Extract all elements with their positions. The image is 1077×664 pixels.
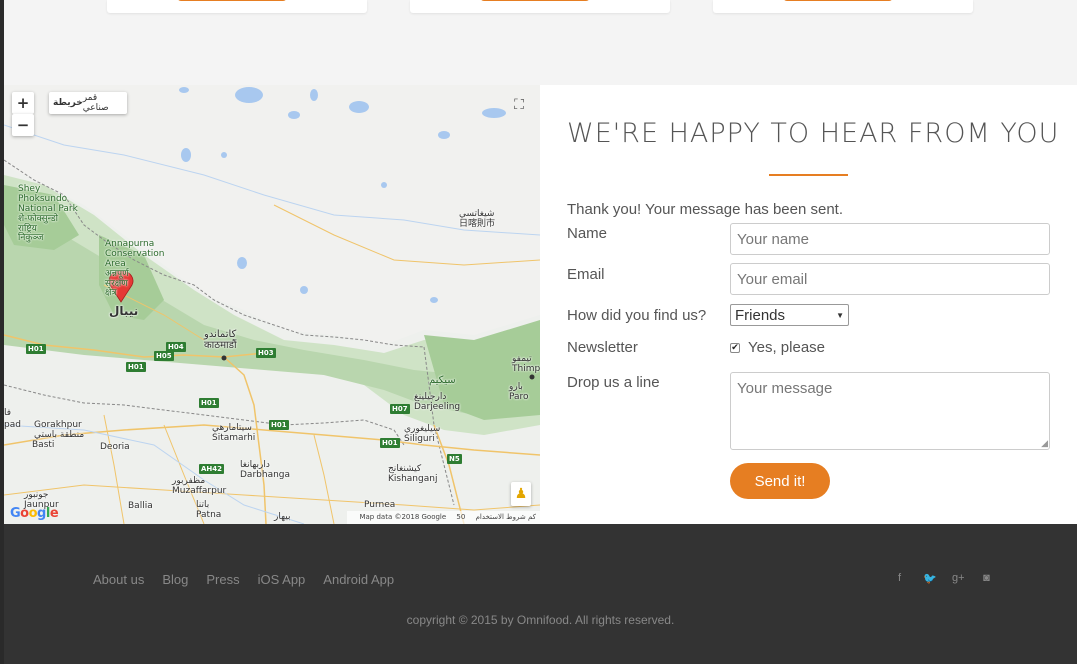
success-message: Thank you! Your message has been sent. xyxy=(567,201,844,218)
contact-heading: WE'RE HAPPY TO HEAR FROM YOU xyxy=(567,118,1060,149)
map-label-patna: باتنا Patna xyxy=(196,500,222,520)
google-plus-icon[interactable]: g+ xyxy=(952,572,965,585)
highway-badge: H03 xyxy=(256,348,276,358)
plan-card xyxy=(107,0,367,13)
map-label-ballia: Ballia xyxy=(128,501,153,511)
google-map[interactable]: Shey Phoksundo National Park शे-फोक्सुन्… xyxy=(4,85,540,524)
newsletter-checkbox[interactable]: ✔ xyxy=(730,342,740,353)
map-label-shey-phoksundo: Shey Phoksundo National Park शे-फोक्सुन्… xyxy=(18,184,78,244)
top-section xyxy=(4,0,1077,85)
chevron-down-icon: ▼ xyxy=(836,310,844,320)
map-type-control: خريطة قمر صناعي xyxy=(49,92,127,114)
map-terms-link[interactable]: شروط الاستخدام xyxy=(476,513,526,521)
highway-badge: H01 xyxy=(26,344,46,354)
newsletter-label: Newsletter xyxy=(567,339,638,356)
message-placeholder: Your message xyxy=(737,380,833,397)
highway-badge: H01 xyxy=(199,398,219,408)
plan-card xyxy=(410,0,670,13)
map-label-siliguri: سيليغوري Siliguri xyxy=(404,424,441,444)
highway-badge: H07 xyxy=(390,404,410,414)
map-label-purnea: Purnea xyxy=(364,500,396,510)
map-label-gorakhpur: Gorakhpur منطقة باستي xyxy=(34,420,85,440)
map-label-fa: فا xyxy=(4,408,12,418)
map-zoom-out-button[interactable]: − xyxy=(12,114,34,136)
find-us-label: How did you find us? xyxy=(567,307,707,324)
highway-badge: AH42 xyxy=(199,464,225,474)
street-view-pegman-icon[interactable]: ♟ xyxy=(511,482,531,506)
facebook-icon[interactable]: f xyxy=(894,572,905,585)
map-attribution-bar: Map data ©2018 Google 50 كم شروط الاستخد… xyxy=(347,511,540,524)
footer-link-blog[interactable]: Blog xyxy=(162,572,188,587)
footer-link-about[interactable]: About us xyxy=(93,572,144,587)
map-label-darjeeling: دارجيلينغ Darjeeling xyxy=(414,392,461,412)
copyright: copyright © 2015 by Omnifood. All rights… xyxy=(406,613,675,627)
highway-badge: N5 xyxy=(447,454,462,464)
map-label-nepal: نيبال xyxy=(109,304,139,318)
map-label-pad: pad xyxy=(4,420,21,430)
footer-link-ios[interactable]: iOS App xyxy=(258,572,306,587)
map-label-muzaffarpur: مظفربور Muzaffarpur xyxy=(172,476,227,496)
send-button[interactable]: Send it! xyxy=(730,463,830,499)
footer-link-press[interactable]: Press xyxy=(206,572,239,587)
heading-divider xyxy=(769,174,848,176)
plan-button[interactable] xyxy=(177,0,287,1)
newsletter-option: ✔ Yes, please xyxy=(730,339,825,356)
map-label-sikkim: سيكيم xyxy=(429,375,456,386)
message-label: Drop us a line xyxy=(567,374,660,391)
map-label-deoria: Deoria xyxy=(100,442,130,452)
contact-section: WE'RE HAPPY TO HEAR FROM YOU Thank you! … xyxy=(540,85,1077,524)
map-label-shigatse: شيغاتسي 日喀則市 xyxy=(459,209,496,229)
footer-nav: About us Blog Press iOS App Android App xyxy=(93,572,394,587)
map-label-bihar: بيهار xyxy=(274,512,291,522)
map-label-darbhanga: داربهانغا Darbhanga xyxy=(240,460,291,480)
map-zoom-in-button[interactable]: + xyxy=(12,92,34,114)
highway-badge: H01 xyxy=(380,438,400,448)
name-input[interactable]: Your name xyxy=(730,223,1050,255)
plan-button[interactable] xyxy=(783,0,893,1)
email-label: Email xyxy=(567,266,605,283)
name-label: Name xyxy=(567,225,608,242)
highway-badge: H01 xyxy=(269,420,289,430)
map-label-thimphu: تيمفو Thimp xyxy=(512,354,540,374)
newsletter-option-label: Yes, please xyxy=(748,339,826,356)
map-label-basti: Basti xyxy=(32,440,55,450)
map-type-option-map[interactable]: خريطة xyxy=(53,98,83,108)
twitter-icon[interactable]: 🐦 xyxy=(923,572,937,585)
map-type-option-satellite[interactable]: قمر صناعي xyxy=(83,93,123,113)
plan-button[interactable] xyxy=(480,0,590,1)
find-us-select[interactable]: Friends ▼ xyxy=(730,304,849,326)
plan-card xyxy=(713,0,973,13)
highway-badge: H05 xyxy=(154,351,174,361)
footer: About us Blog Press iOS App Android App … xyxy=(4,524,1077,664)
fullscreen-icon[interactable]: ⛶ xyxy=(508,94,530,116)
social-links: f 🐦 g+ ◙ xyxy=(894,572,992,585)
map-label-paro: بارو Paro xyxy=(509,382,529,402)
map-label-kishanganj: كيشنغانج Kishanganj xyxy=(388,464,438,484)
map-label-annapurna: Annapurna Conservation Area अन्नपूर्ण सं… xyxy=(105,239,165,299)
find-us-selected-value: Friends xyxy=(735,306,786,324)
email-input[interactable]: Your email xyxy=(730,263,1050,295)
message-textarea[interactable]: Your message ◢ xyxy=(730,372,1050,450)
google-logo: Google xyxy=(10,506,59,521)
map-label-kathmandu: كاتماندو काठमाडौं xyxy=(204,329,237,351)
highway-badge: H01 xyxy=(126,362,146,372)
footer-link-android[interactable]: Android App xyxy=(323,572,394,587)
resize-grip-icon[interactable]: ◢ xyxy=(1041,439,1048,448)
map-attribution: Map data ©2018 Google xyxy=(359,513,447,521)
map-label-sitamarhi: سيتامارهي Sitamarhi xyxy=(212,423,256,443)
instagram-icon[interactable]: ◙ xyxy=(981,572,992,585)
